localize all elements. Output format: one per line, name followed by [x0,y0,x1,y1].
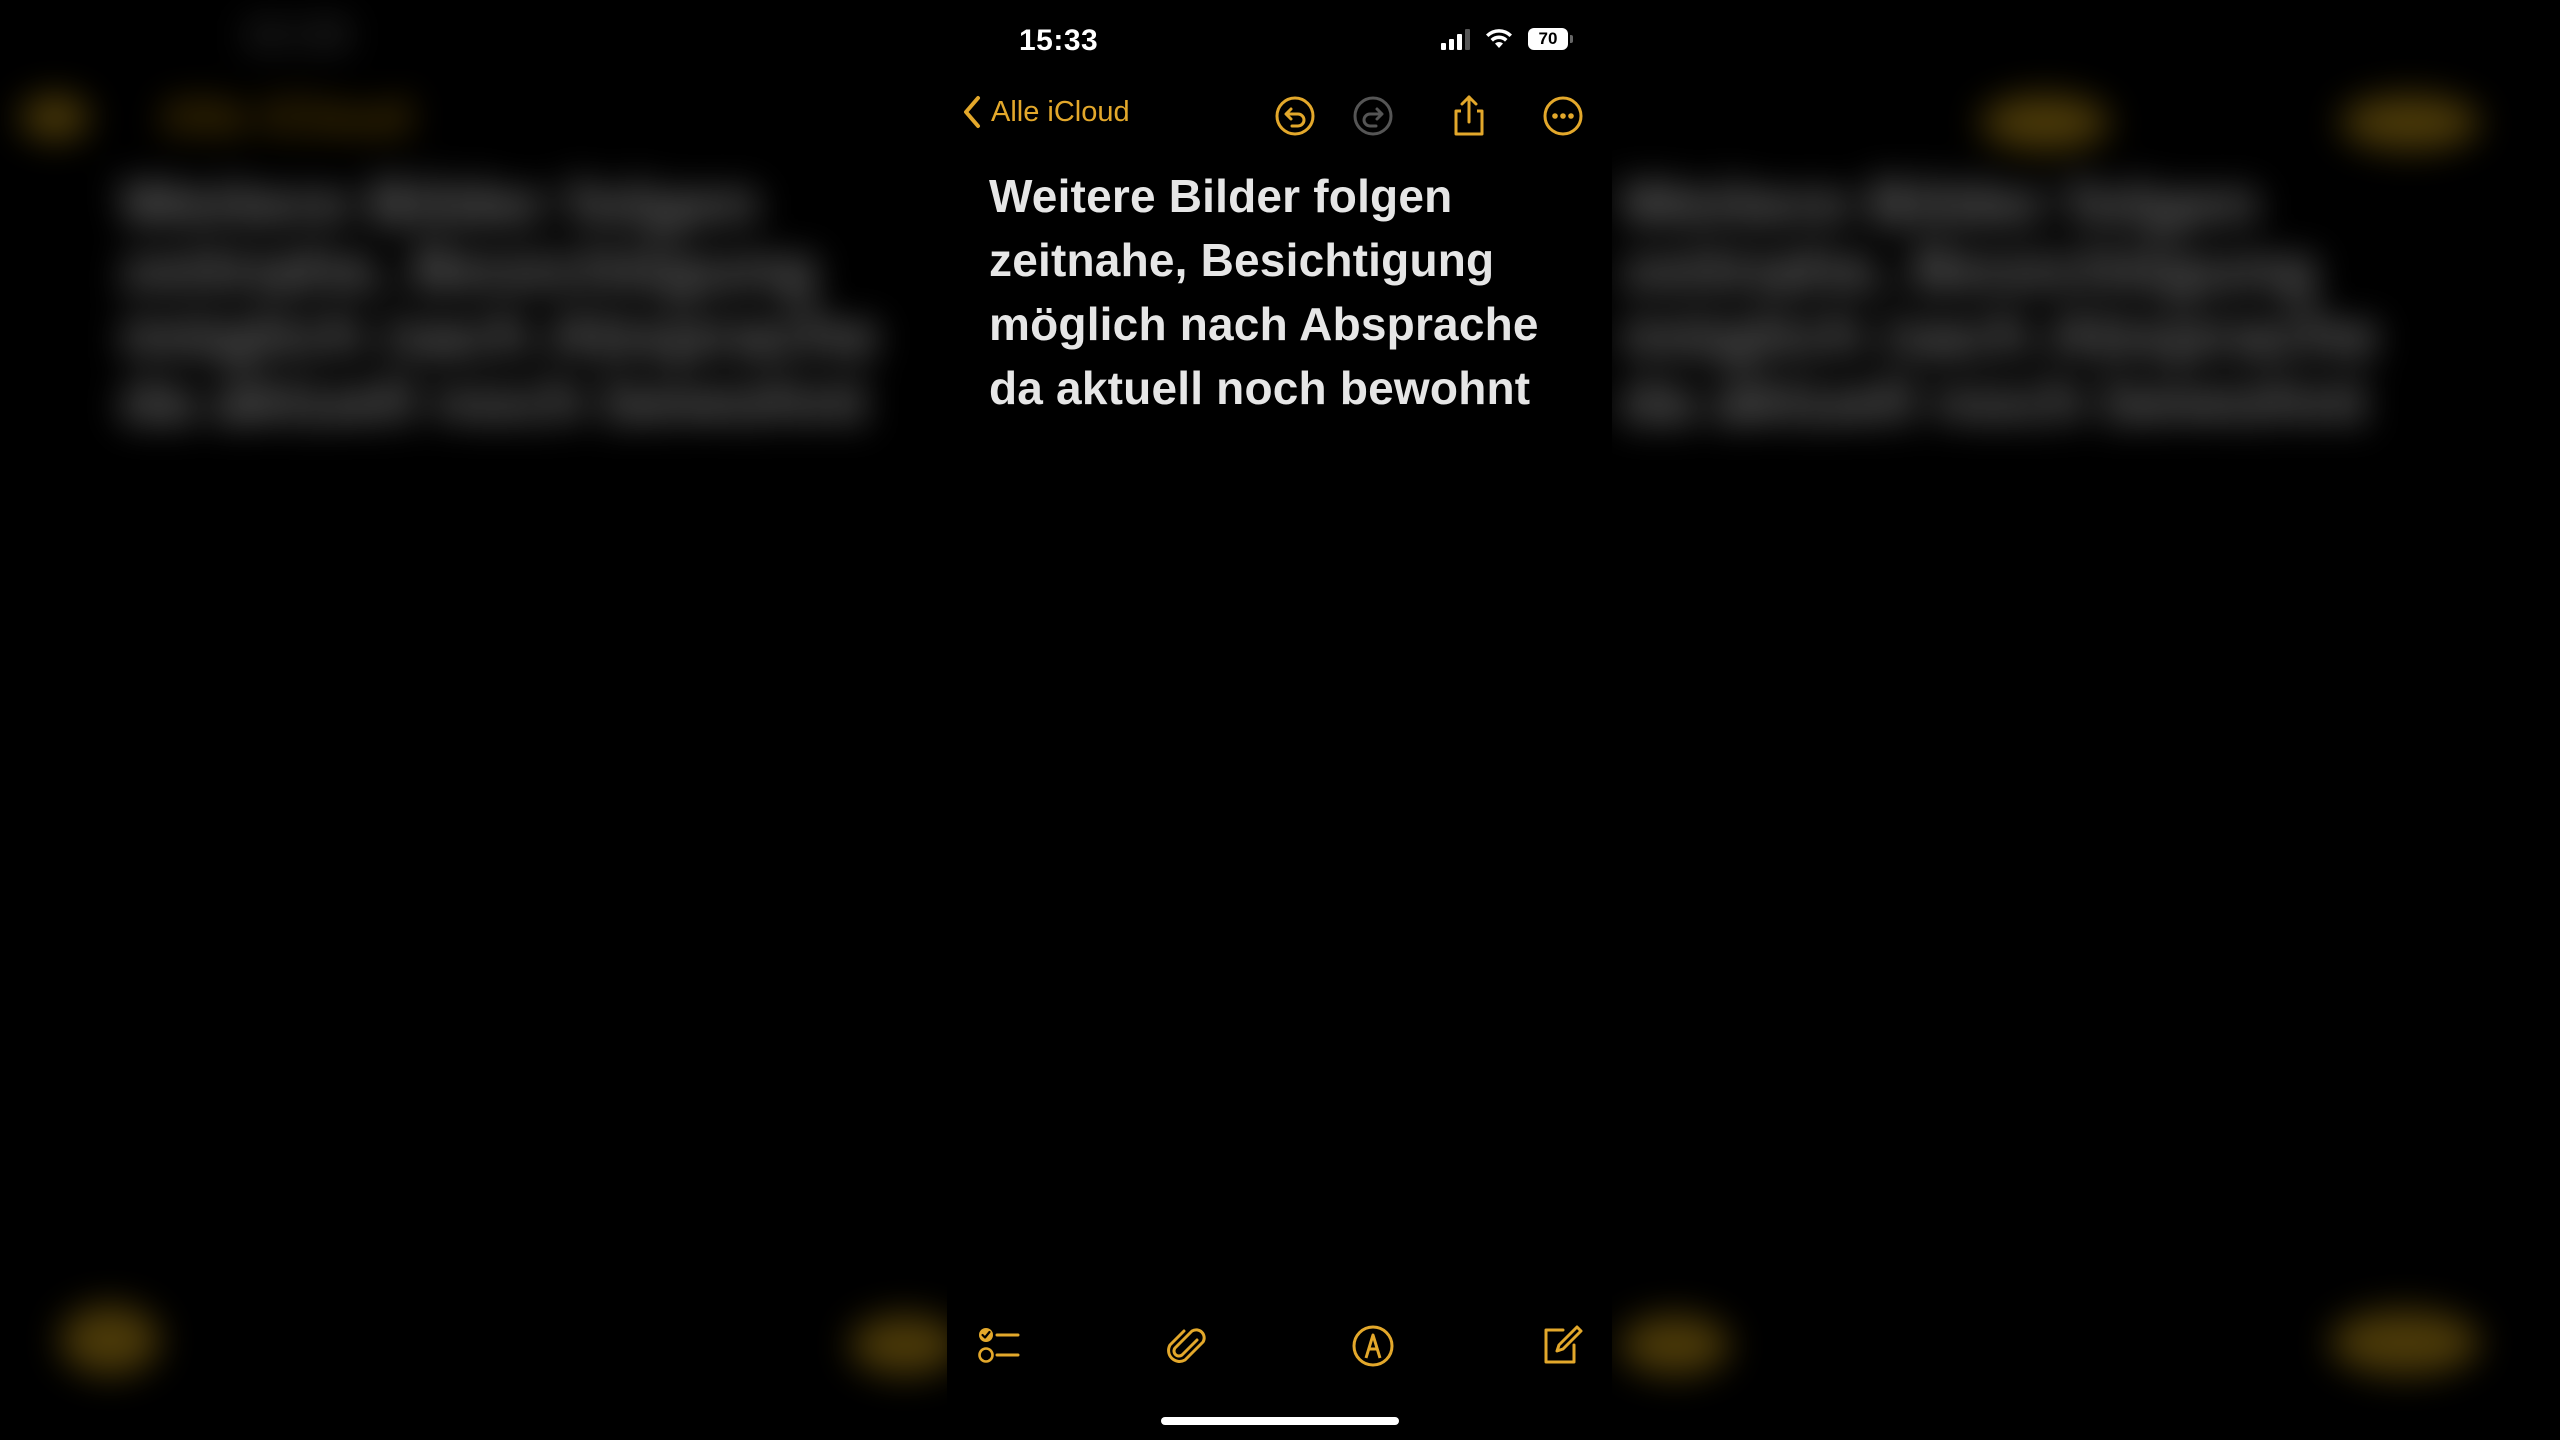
cellular-signal-icon [1441,28,1470,50]
redo-icon[interactable] [1351,94,1395,138]
backdrop-nav-icon [1980,95,2110,150]
back-button[interactable]: Alle iCloud [961,94,1130,130]
status-indicators: 70 [1441,28,1573,50]
backdrop-note-line: möglich nach Absprache [1620,299,2379,371]
backdrop-note-line: Weitere Bilder folgen [120,167,759,239]
chevron-left-icon [964,96,980,128]
backdrop-toolbar-icon [2330,1310,2480,1375]
backdrop-toolbar-icon [60,1305,160,1375]
backdrop-note-line: da aktuell noch bewohnt [120,365,867,437]
notes-app-screen: 15:33 70 Alle iCloud Weitere Bilder folg… [947,0,1612,1440]
backdrop-nav-icon [2340,95,2480,150]
backdrop-back-label: Alle iCloud [160,91,411,144]
note-line: möglich nach Absprache [989,298,1539,350]
backdrop-toolbar-icon [850,1315,960,1375]
paperclip-icon[interactable] [1163,1322,1211,1370]
compose-icon[interactable] [1537,1322,1585,1370]
backdrop-status-time: 15:33 [240,10,351,59]
more-icon[interactable] [1541,94,1585,138]
backdrop-back-chevron [20,95,90,140]
screen: 15:33 Alle iCloud Weitere Bilder folgen … [0,0,2560,1440]
wifi-icon [1486,29,1512,48]
markup-icon[interactable] [1349,1322,1397,1370]
home-indicator[interactable] [1161,1417,1399,1425]
bottom-toolbar [947,1316,1612,1376]
checklist-icon[interactable] [975,1322,1023,1370]
backdrop-note-line: Weitere Bilder folgen [1620,167,2259,239]
backdrop-toolbar-icon [1620,1315,1730,1375]
status-time: 15:33 [1019,24,1099,57]
backdrop-note-line: möglich nach Absprache [120,299,879,371]
note-line: da aktuell noch bewohnt [989,362,1531,414]
note-line: Weitere Bilder folgen [989,170,1453,222]
backdrop-note-line: da aktuell noch bewohnt [1620,365,2367,437]
backdrop-note-line: zeitnahe, Besichtigung [120,233,817,305]
note-content[interactable]: Weitere Bilder folgen zeitnahe, Besichti… [989,164,1589,420]
back-label: Alle iCloud [991,95,1130,128]
note-line: zeitnahe, Besichtigung [989,234,1495,286]
share-icon[interactable] [1447,94,1491,138]
status-bar: 15:33 70 [947,0,1612,80]
undo-icon[interactable] [1273,94,1317,138]
backdrop-note-line: zeitnahe, Besichtigung [1620,233,2317,305]
battery-icon: 70 [1528,28,1573,50]
nav-bar: Alle iCloud [947,88,1612,148]
